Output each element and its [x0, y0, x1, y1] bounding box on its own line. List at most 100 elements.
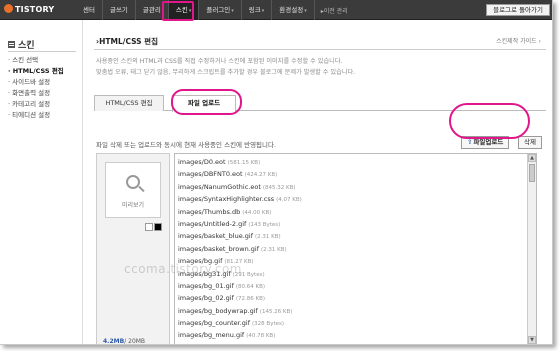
upload-button-label: 파일업로드	[473, 138, 504, 146]
file-name: images/bg_bodywrap.gif	[178, 306, 258, 315]
file-list-item[interactable]: images/bg_02.gif (72.86 KB)	[175, 292, 536, 304]
sidebar-title: 스킨	[8, 38, 35, 51]
sidebar-menu: · 스킨 선택 · HTML/CSS 편집 · 사이드바 설정 · 화면출력 설…	[8, 55, 64, 121]
tab-html-css[interactable]: HTML/CSS 편집	[94, 95, 164, 111]
nav-label: 글관리	[142, 6, 161, 14]
divider	[8, 51, 76, 52]
sidebar-title-label: 스킨	[18, 41, 35, 51]
file-list-item[interactable]: images/NanumGothic.eot (845.32 KB)	[175, 181, 536, 193]
scroll-down-icon[interactable]: ▼	[528, 336, 536, 344]
top-nav-bar: TISTORY 센터 글쓰기 글관리 스킨▾ 플러그인▾ 링크▾ 환경설정▾ ▸…	[0, 0, 552, 20]
file-size: (328 Bytes)	[252, 321, 285, 328]
nav-item-center[interactable]: 센터	[76, 0, 103, 20]
tistory-logo[interactable]: TISTORY	[4, 4, 54, 14]
black-background-swatch[interactable]	[154, 223, 162, 231]
file-list-item[interactable]: images/bg_menu.gif (40.78 KB)	[175, 329, 536, 341]
magnifier-icon	[126, 175, 140, 189]
scrollbar[interactable]: ▲ ▼	[527, 154, 536, 344]
file-list-item[interactable]: images/bg_bodywrap.gif (145.26 KB)	[175, 305, 536, 317]
file-list-item[interactable]: images/basket_brown.gif (2.31 KB)	[175, 243, 536, 255]
file-size: (44.00 KB)	[242, 209, 272, 216]
main-content: ›HTML/CSS 편집 스킨제작 가이드 › 사용중인 스킨의 HTML과 C…	[84, 20, 552, 345]
file-size: (143 Bytes)	[248, 221, 281, 228]
usage-total: 20MB	[128, 338, 146, 345]
description-line: 맞춤법 오류, 태그 닫기 않음, 무리하게 스크립트를 추가할 경우 블로그에…	[96, 69, 356, 76]
sidebar: 스킨 · 스킨 선택 · HTML/CSS 편집 · 사이드바 설정 · 화면출…	[0, 20, 83, 344]
tistory-logo-icon	[4, 4, 13, 13]
file-list-item[interactable]: images/bgp78_1.gif(1.39 KB)	[175, 342, 536, 345]
preview-panel: 미리보기 4.2MB/ 20MB	[96, 153, 170, 345]
description-line: 사용중인 스킨의 HTML과 CSS를 직접 수정하거나 스킨에 포함된 이미지…	[96, 58, 343, 65]
file-name: images/basket_blue.gif	[178, 232, 253, 241]
nav-label: 링크	[248, 6, 261, 14]
file-list[interactable]: images/D0.eot (581.15 KB) images/DBFNT0.eo…	[174, 153, 537, 345]
file-size: (581.15 KB)	[227, 160, 261, 166]
file-size: (424.27 KB)	[244, 172, 278, 179]
main-nav: 센터 글쓰기 글관리 스킨▾ 플러그인▾ 링크▾ 환경설정▾ ▸이전 관리	[76, 0, 348, 20]
file-list-item[interactable]: images/bg_counter.gif (328 Bytes)	[175, 317, 536, 329]
file-name: images/basket_brown.gif	[178, 244, 260, 253]
file-list-item[interactable]: images/bg_01.gif (80.64 KB)	[175, 280, 536, 292]
grid-icon	[8, 41, 15, 48]
file-name: images/DBFNT0.eot	[178, 170, 243, 179]
nav-label: 환경설정	[279, 6, 304, 14]
nav-item-plugin[interactable]: 플러그인▾	[199, 0, 242, 20]
preview-box: 미리보기	[105, 162, 161, 218]
file-size: (2.31 KB)	[261, 246, 287, 253]
logo-text: TISTORY	[15, 5, 55, 14]
file-list-item[interactable]: images/basket_blue.gif (2.31 KB)	[175, 230, 536, 242]
back-to-blog-button[interactable]: 블로그로 돌아가기	[486, 4, 550, 16]
old-admin-link[interactable]: ▸이전 관리	[315, 6, 348, 15]
file-name: images/Thumbs.db	[178, 207, 241, 216]
nav-item-write[interactable]: 글쓰기	[103, 0, 136, 20]
highlight-circle-nav	[162, 1, 194, 21]
highlight-circle-upload	[449, 103, 530, 139]
app-window: TISTORY 센터 글쓰기 글관리 스킨▾ 플러그인▾ 링크▾ 환경설정▾ ▸…	[0, 0, 553, 345]
sidebar-item-sidebar-settings[interactable]: · 사이드바 설정	[8, 77, 64, 88]
file-size: (40.78 KB)	[246, 333, 276, 340]
scroll-thumb[interactable]	[529, 164, 535, 182]
file-list-item[interactable]: images/Untitled-2.gif (143 Bytes)	[175, 218, 536, 230]
old-admin-label: 이전 관리	[323, 7, 348, 15]
file-name: images/bg_01.gif	[178, 281, 234, 290]
page-title: ›HTML/CSS 편집	[96, 37, 158, 46]
nav-label: 글쓰기	[109, 6, 128, 14]
file-name: images/bg_02.gif	[178, 294, 234, 303]
chevron-down-icon: ▾	[304, 8, 307, 14]
usage-used: 4.2MB	[103, 338, 125, 345]
page-description: 사용중인 스킨의 HTML과 CSS를 직접 수정하거나 스킨에 포함된 이미지…	[96, 56, 355, 78]
nav-label: 센터	[83, 6, 95, 14]
sidebar-item-category-settings[interactable]: · 카테고리 설정	[8, 99, 64, 110]
white-background-swatch[interactable]	[145, 223, 153, 231]
sidebar-item-display-settings[interactable]: · 화면출력 설정	[8, 88, 64, 99]
file-size: (845.32 KB)	[262, 184, 296, 191]
file-list-item[interactable]: images/D0.eot (581.15 KB)	[175, 156, 536, 168]
chevron-down-icon: ▾	[261, 8, 265, 14]
file-list-item[interactable]: images/Thumbs.db (44.00 KB)	[175, 206, 536, 218]
file-name: images/bgp78_1.gif	[178, 344, 242, 345]
file-size: (4.07 KB)	[276, 197, 302, 204]
sidebar-item-tedition-settings[interactable]: · 티에디션 설정	[8, 110, 64, 121]
sidebar-item-skin-select[interactable]: · 스킨 선택	[8, 55, 64, 66]
file-name: images/bg_counter.gif	[178, 319, 251, 328]
sidebar-item-html-css[interactable]: · HTML/CSS 편집	[8, 66, 64, 77]
file-size: (72.86 KB)	[235, 296, 266, 303]
scroll-up-icon[interactable]: ▲	[528, 154, 536, 162]
highlight-circle-tab	[171, 89, 242, 115]
file-size: (145.26 KB)	[259, 308, 293, 315]
nav-item-settings[interactable]: 환경설정▾	[272, 0, 315, 20]
divider	[94, 49, 546, 50]
delete-button[interactable]: 삭제	[518, 136, 542, 149]
nav-item-link[interactable]: 링크▾	[242, 0, 273, 20]
nav-label: 플러그인	[206, 6, 231, 14]
storage-usage: 4.2MB/ 20MB	[103, 338, 146, 345]
file-list-item[interactable]: images/DBFNT0.eot (424.27 KB)	[175, 168, 536, 180]
file-size: (80.64 KB)	[235, 283, 266, 290]
skin-guide-link[interactable]: 스킨제작 가이드 ›	[496, 36, 541, 45]
file-list-item[interactable]: images/SyntaxHighlighter.css (4.07 KB)	[175, 193, 536, 205]
preview-label: 미리보기	[121, 202, 145, 209]
file-name: images/Untitled-2.gif	[178, 219, 247, 228]
upload-icon: ⇧	[467, 138, 473, 146]
file-name: images/NanumGothic.eot	[178, 182, 261, 191]
file-name: images/D0.eot	[178, 158, 226, 166]
